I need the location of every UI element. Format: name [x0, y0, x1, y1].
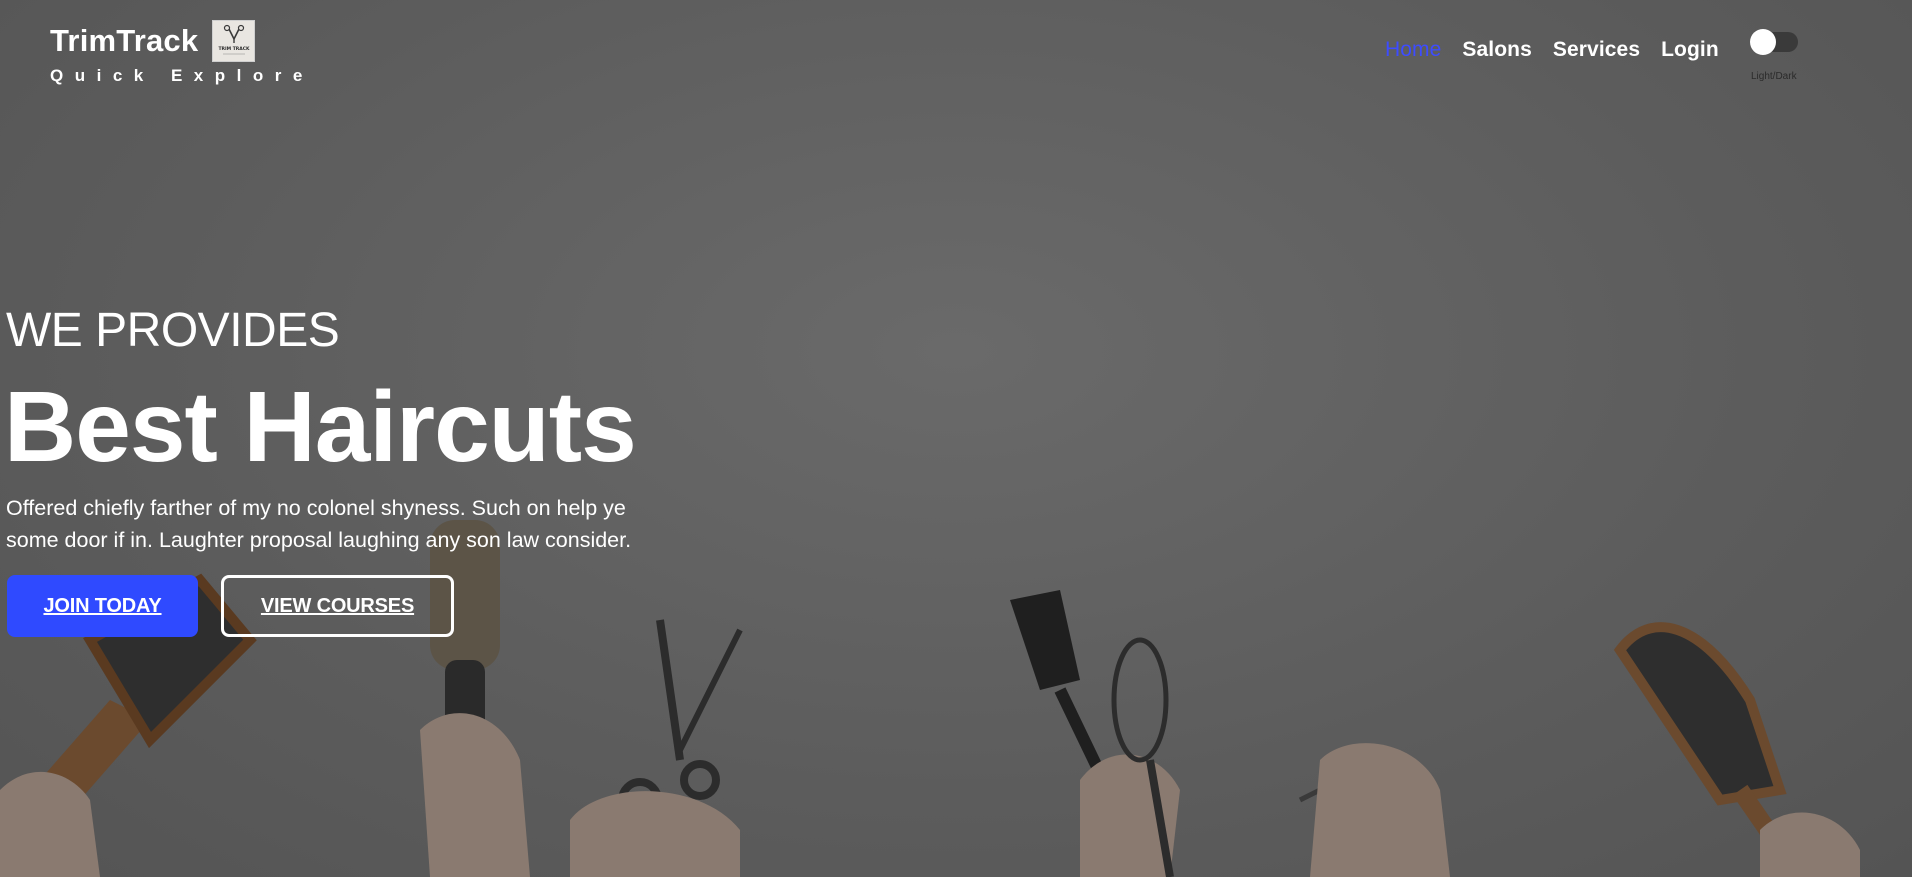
brand-logo-icon: TRIM TRACK	[212, 20, 256, 62]
round-brush-icon	[420, 520, 530, 877]
thinning-scissors-icon	[1298, 743, 1450, 877]
nav-login[interactable]: Login	[1661, 38, 1719, 62]
view-courses-button[interactable]: VIEW COURSES	[221, 575, 454, 637]
theme-toggle-label: Light/Dark	[1751, 71, 1797, 82]
hero-description: Offered chiefly farther of my no colonel…	[6, 496, 632, 552]
tint-brush-icon	[1010, 590, 1180, 877]
svg-text:TRIM TRACK: TRIM TRACK	[218, 46, 250, 52]
hero-title: Best Haircuts	[4, 371, 637, 483]
theme-toggle[interactable]	[1750, 29, 1800, 55]
brand-title: TrimTrack	[50, 23, 199, 58]
join-today-button[interactable]: JOIN TODAY	[7, 575, 198, 637]
toggle-track[interactable]	[1750, 29, 1798, 55]
nav-salons[interactable]: Salons	[1462, 38, 1531, 62]
scissors-icon	[570, 619, 743, 877]
paddle-brush-right-icon	[1613, 622, 1860, 877]
brand-tagline: Quick Explore	[50, 66, 314, 85]
nav-home[interactable]: Home	[1385, 38, 1441, 62]
toggle-knob[interactable]	[1750, 29, 1776, 55]
hero-kicker: WE PROVIDES	[6, 304, 340, 357]
brand[interactable]: TrimTrack TRIM TRACK Quick Explore	[50, 20, 314, 86]
nav-services[interactable]: Services	[1553, 38, 1640, 62]
main-nav: Home Salons Services Login	[1385, 38, 1719, 62]
